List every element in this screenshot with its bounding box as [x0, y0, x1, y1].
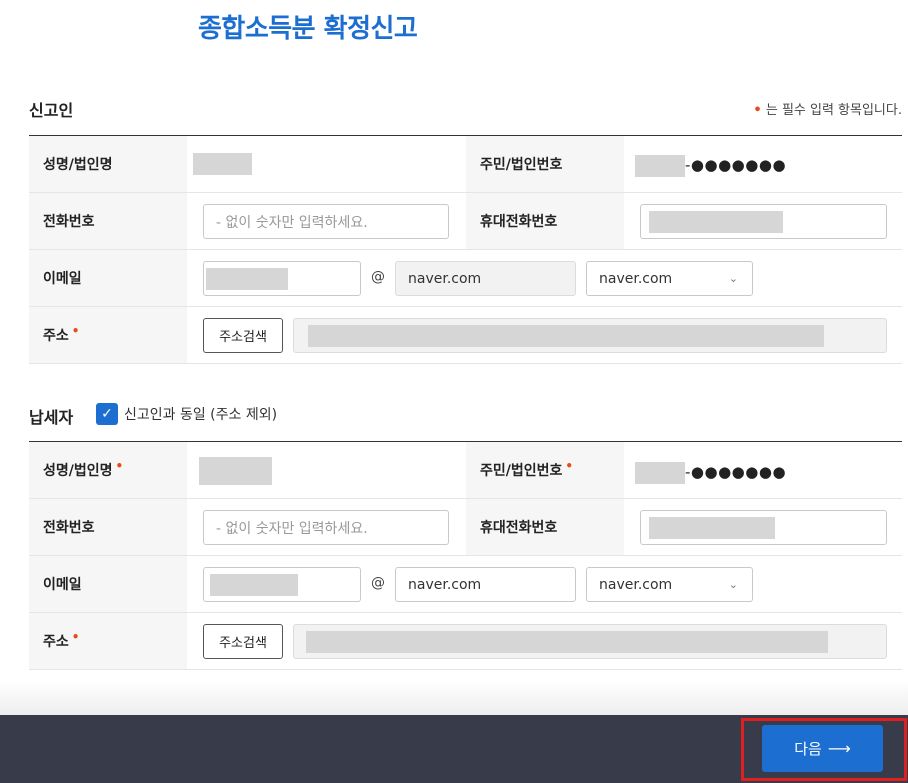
check-icon: ✓ — [101, 406, 113, 422]
taxpayer-form-table: 성명/법인명 • 주민/법인번호 • -●●●●●●● 전화번호 - 없이 숫자만 … — [29, 441, 902, 670]
table-row: 전화번호 - 없이 숫자만 입력하세요. 휴대전화번호 — [29, 193, 902, 250]
phone-label: 전화번호 — [29, 193, 187, 249]
same-as-reporter[interactable]: ✓ 신고인과 동일 (주소 제외) — [96, 403, 277, 425]
table-row: 전화번호 - 없이 숫자만 입력하세요. 휴대전화번호 — [29, 499, 902, 556]
address-masked-value — [308, 325, 824, 347]
same-as-reporter-label: 신고인과 동일 (주소 제외) — [124, 407, 278, 423]
same-as-reporter-checkbox[interactable]: ✓ — [96, 403, 118, 425]
address-input — [293, 624, 887, 659]
email-label: 이메일 — [29, 556, 187, 612]
email-at-sign: @ — [371, 269, 385, 285]
email-label: 이메일 — [29, 250, 187, 306]
table-row: 주소 • 주소검색 — [29, 613, 902, 670]
email-id-masked — [210, 574, 298, 596]
email-domain-input[interactable]: naver.com — [395, 567, 576, 602]
mobile-masked-value — [649, 517, 775, 539]
address-label: 주소 • — [29, 307, 187, 363]
mobile-input[interactable] — [640, 510, 887, 545]
required-dot: • — [71, 324, 80, 338]
phone-label: 전화번호 — [29, 499, 187, 555]
address-search-button[interactable]: 주소검색 — [203, 318, 283, 353]
name-masked-value — [193, 153, 252, 175]
phone-input[interactable]: - 없이 숫자만 입력하세요. — [203, 204, 449, 239]
table-row: 이메일 @ naver.com naver.com ⌄ — [29, 556, 902, 613]
email-id-masked — [206, 268, 288, 290]
email-at-sign: @ — [371, 575, 385, 591]
page-title: 종합소득분 확정신고 — [198, 14, 418, 44]
id-masked-prefix — [635, 155, 685, 177]
mobile-input[interactable] — [640, 204, 887, 239]
required-note-text: 는 필수 입력 항목입니다. — [765, 103, 902, 118]
reporter-form-table: 성명/법인명 주민/법인번호 -●●●●●●● 전화번호 - 없이 숫자만 입력… — [29, 135, 902, 364]
reporter-section-title: 신고인 — [29, 101, 74, 120]
id-masked-suffix: -●●●●●●● — [685, 156, 787, 174]
required-dot: • — [565, 459, 574, 473]
id-label: 주민/법인번호 • — [466, 442, 624, 498]
bottom-bar-shadow — [0, 680, 908, 715]
required-dot: • — [115, 459, 124, 473]
name-label: 성명/법인명 — [29, 136, 187, 192]
required-dot: • — [71, 630, 80, 644]
taxpayer-section-title: 납세자 — [29, 408, 74, 427]
table-row: 이메일 @ naver.com naver.com ⌄ — [29, 250, 902, 307]
id-masked-prefix — [635, 462, 685, 484]
mobile-masked-value — [649, 211, 783, 233]
email-id-input[interactable] — [203, 567, 361, 602]
email-domain-select-value: naver.com — [599, 576, 673, 593]
name-label: 성명/법인명 • — [29, 442, 187, 498]
name-masked-value — [199, 457, 272, 485]
email-id-input[interactable] — [203, 261, 361, 296]
id-masked-suffix: -●●●●●●● — [685, 463, 787, 481]
highlight-box — [741, 718, 907, 781]
email-domain-select-value: naver.com — [599, 270, 673, 287]
address-input — [293, 318, 887, 353]
email-domain-select[interactable]: naver.com ⌄ — [586, 261, 753, 296]
required-dot: • — [753, 103, 762, 118]
required-note: • 는 필수 입력 항목입니다. — [753, 99, 902, 118]
mobile-label: 휴대전화번호 — [466, 499, 624, 555]
table-row: 성명/법인명 • 주민/법인번호 • -●●●●●●● — [29, 442, 902, 499]
chevron-down-icon: ⌄ — [728, 272, 738, 285]
table-row: 주소 • 주소검색 — [29, 307, 902, 364]
address-label: 주소 • — [29, 613, 187, 669]
phone-input[interactable]: - 없이 숫자만 입력하세요. — [203, 510, 449, 545]
email-domain-input: naver.com — [395, 261, 576, 296]
mobile-label: 휴대전화번호 — [466, 193, 624, 249]
chevron-down-icon: ⌄ — [728, 578, 738, 591]
table-row: 성명/법인명 주민/법인번호 -●●●●●●● — [29, 136, 902, 193]
email-domain-select[interactable]: naver.com ⌄ — [586, 567, 753, 602]
address-search-button[interactable]: 주소검색 — [203, 624, 283, 659]
address-masked-value — [306, 631, 828, 653]
id-label: 주민/법인번호 — [466, 136, 624, 192]
